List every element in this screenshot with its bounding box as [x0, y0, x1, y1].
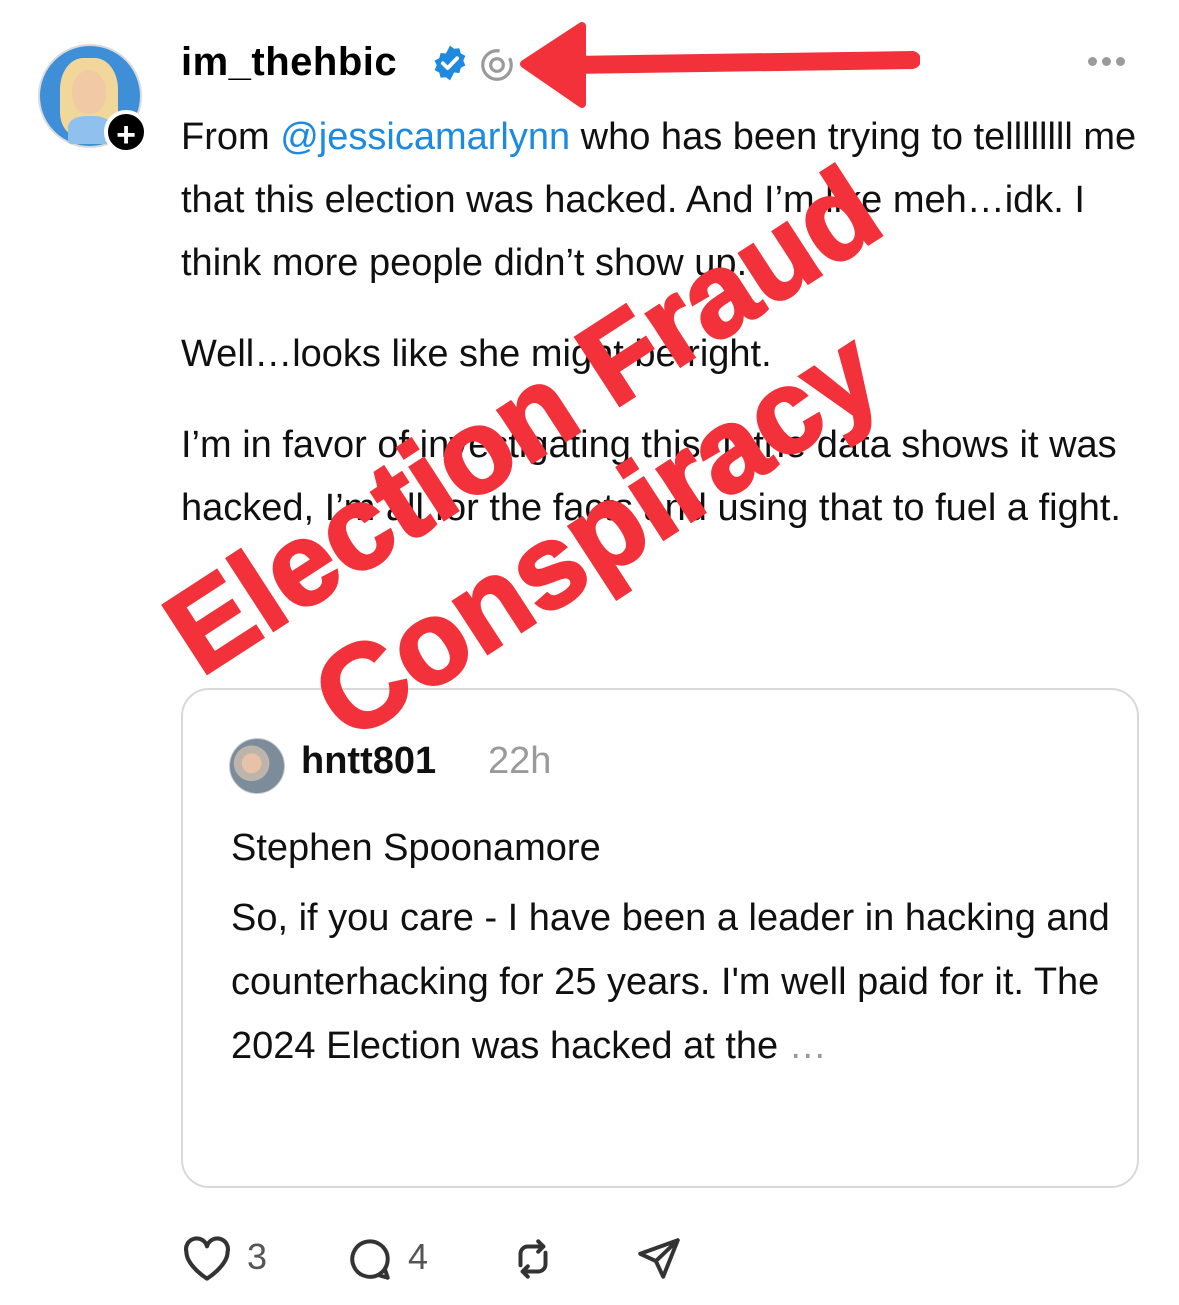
- mention-link[interactable]: @jessicamarlynn: [280, 116, 570, 158]
- quoted-text: Stephen Spoonamore So, if you care - I h…: [231, 816, 1111, 1078]
- post-body: From @jessicamarlynn who has been trying…: [181, 106, 1151, 568]
- heart-icon: [183, 1236, 231, 1281]
- post-username[interactable]: im_thehbic: [181, 40, 397, 85]
- post-paragraph: Well…looks like she might be right.: [181, 333, 772, 375]
- quoted-body: So, if you care - I have been a leader i…: [231, 897, 1110, 1067]
- quoted-post-card[interactable]: hntt801 22h Stephen Spoonamore So, if yo…: [181, 688, 1139, 1188]
- share-icon: [638, 1238, 680, 1279]
- like-count: 3: [247, 1236, 268, 1277]
- read-more-ellipsis[interactable]: …: [778, 1025, 827, 1067]
- repost-icon: [518, 1239, 548, 1279]
- threads-icon: [481, 49, 513, 81]
- follow-plus-icon[interactable]: +: [104, 110, 148, 154]
- author-avatar[interactable]: +: [38, 44, 148, 154]
- quoted-timestamp: 22h: [488, 740, 552, 782]
- reply-count: 4: [408, 1236, 429, 1277]
- quoted-username[interactable]: hntt801: [301, 740, 436, 783]
- more-options-icon[interactable]: [1088, 46, 1134, 78]
- post-paragraph: I’m in favor of investigating this. If t…: [181, 424, 1121, 529]
- verified-badge-icon: [434, 45, 466, 81]
- arrow-annotation: [520, 22, 920, 108]
- post-paragraph: From @jessicamarlynn who has been trying…: [181, 116, 1137, 284]
- quoted-author-line: Stephen Spoonamore: [231, 827, 601, 869]
- quoted-avatar[interactable]: [229, 738, 285, 794]
- comment-icon: [350, 1239, 390, 1280]
